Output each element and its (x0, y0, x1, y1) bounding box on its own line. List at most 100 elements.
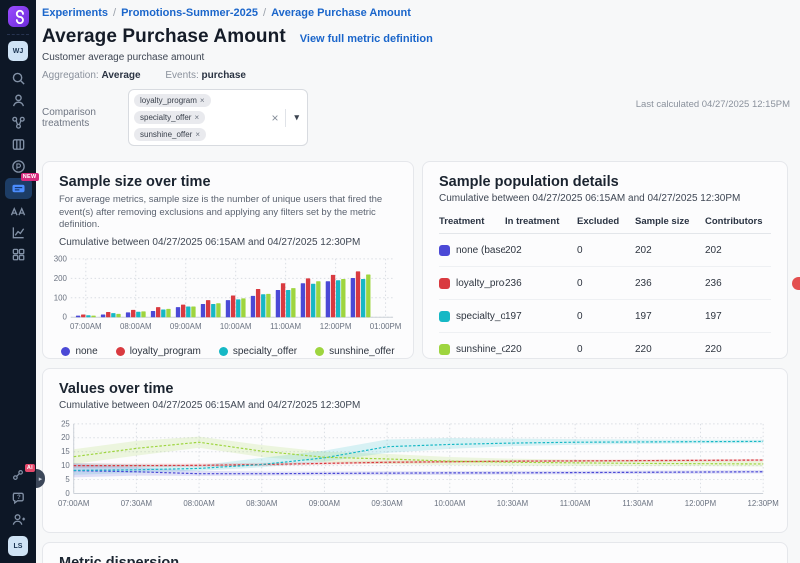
breadcrumb-experiment-name[interactable]: Promotions-Summer-2025 (121, 7, 258, 19)
breadcrumb-metric-name[interactable]: Average Purchase Amount (271, 7, 411, 19)
col-sample-size: Sample size (635, 216, 705, 227)
sidebar-item-invite[interactable] (0, 508, 36, 530)
sidebar-item-ai[interactable]: AI (0, 464, 36, 486)
sidebar: WJ NEW AI ? (0, 0, 36, 563)
population-table: Treatment In treatment Excluded Sample s… (439, 212, 771, 359)
comparison-treatments-label: Comparison treatments (42, 107, 122, 129)
sidebar-item-gates[interactable] (0, 111, 36, 133)
person-plus-icon (11, 512, 26, 527)
legend-dot (116, 347, 125, 356)
svg-text:0: 0 (65, 489, 70, 498)
treatment-color-swatch (439, 344, 450, 355)
svg-text:09:00AM: 09:00AM (309, 499, 340, 508)
chip-remove-icon[interactable]: × (195, 130, 200, 139)
clear-all-icon[interactable]: × (264, 111, 285, 125)
sidebar-item-search[interactable] (0, 67, 36, 89)
chart-legend: noneloyalty_programspecialty_offersunshi… (59, 346, 397, 357)
grid-icon (11, 247, 26, 262)
svg-text:12:00PM: 12:00PM (685, 499, 716, 508)
values-over-time-chart[interactable]: 0 5 10 15 20 25 07:00AM 07:30AM 08:00AM 08:30AM 09… (59, 418, 771, 516)
sample-size-title: Sample size over time (59, 174, 397, 190)
svg-text:07:00AM: 07:00AM (70, 322, 102, 331)
svg-text:11:30AM: 11:30AM (622, 499, 653, 508)
sidebar-item-users[interactable] (0, 89, 36, 111)
aggregation-value: Average (102, 70, 141, 81)
svg-text:08:00AM: 08:00AM (183, 499, 214, 508)
person-icon (11, 93, 26, 108)
treatment-color-swatch (439, 245, 450, 256)
metric-subtitle: Customer average purchase amount (42, 52, 788, 63)
table-row: loyalty_program2360236236 (439, 267, 771, 300)
sidebar-item-help[interactable]: ? (0, 486, 36, 508)
ai-nodes-icon (11, 468, 25, 482)
svg-text:?: ? (17, 494, 21, 501)
svg-text:08:00AM: 08:00AM (120, 322, 152, 331)
treatment-chip[interactable]: specialty_offer× (134, 111, 205, 124)
legend-item: specialty_offer (219, 346, 297, 357)
svg-text:20: 20 (61, 433, 70, 442)
chip-remove-icon[interactable]: × (194, 113, 199, 122)
new-badge: NEW (21, 173, 39, 181)
treatment-chip[interactable]: loyalty_program× (134, 94, 211, 107)
page-title: Average Purchase Amount (42, 26, 286, 48)
legend-item: none (61, 346, 97, 357)
svg-text:300: 300 (54, 254, 68, 263)
values-title: Values over time (59, 381, 771, 397)
treatment-name: none (baseline) (456, 245, 505, 256)
population-details-card: Sample population details Cumulative bet… (422, 161, 788, 359)
comparison-treatments-select[interactable]: loyalty_program× specialty_offer× sunshine… (128, 89, 308, 146)
svg-text:07:00AM: 07:00AM (58, 499, 89, 508)
population-title: Sample population details (439, 174, 771, 190)
app-logo[interactable] (0, 5, 36, 27)
treatment-name: loyalty_program (456, 278, 505, 289)
legend-dot (315, 347, 324, 356)
breadcrumb-experiments[interactable]: Experiments (42, 7, 108, 19)
help-chat-icon: ? (11, 490, 26, 505)
breadcrumb: Experiments/Promotions-Summer-2025/Avera… (42, 7, 788, 19)
user-avatar[interactable]: LS (0, 535, 36, 557)
svg-text:5: 5 (65, 475, 70, 484)
svg-text:01:00PM: 01:00PM (370, 322, 402, 331)
treatment-chip[interactable]: sunshine_offer× (134, 128, 206, 141)
sidebar-item-analytics[interactable] (0, 221, 36, 243)
sidebar-item-metrics-selected[interactable]: NEW (0, 177, 36, 199)
ab-test-icon (10, 203, 26, 218)
sidebar-item-experiments[interactable] (0, 199, 36, 221)
statsig-logo-icon (8, 6, 29, 27)
svg-text:07:30AM: 07:30AM (121, 499, 152, 508)
search-icon (11, 71, 26, 86)
table-row: none (baseline)2020202202 (439, 234, 771, 267)
sidebar-item-dashboards[interactable] (0, 243, 36, 265)
svg-text:100: 100 (54, 293, 68, 302)
line-chart-icon (11, 225, 26, 240)
metric-dispersion-card: Metric dispersion Cumulative between 04/… (42, 542, 788, 563)
svg-text:15: 15 (61, 447, 70, 456)
legend-dot (61, 347, 70, 356)
sidebar-item-segments[interactable] (0, 133, 36, 155)
chip-remove-icon[interactable]: × (200, 96, 205, 105)
sample-size-chart[interactable]: 010020030007:00AM08:00AM09:00AM10:00AM11… (55, 252, 399, 343)
col-contributors: Contributors (705, 216, 771, 227)
workspace-avatar[interactable]: WJ (0, 40, 36, 62)
svg-text:08:30AM: 08:30AM (246, 499, 277, 508)
col-in-treatment: In treatment (505, 216, 577, 227)
chevron-down-icon[interactable]: ▾ (286, 112, 307, 123)
feedback-tab[interactable] (792, 277, 800, 290)
col-treatment: Treatment (439, 216, 505, 227)
sidebar-divider (7, 34, 29, 35)
treatment-name: sunshine_offer (456, 344, 505, 355)
legend-dot (219, 347, 228, 356)
svg-text:25: 25 (61, 419, 70, 428)
table-row: specialty_offer1970197197 (439, 300, 771, 333)
aggregation-row: Aggregation: Average Events: purchase (42, 70, 788, 81)
svg-text:09:00AM: 09:00AM (170, 322, 202, 331)
svg-text:11:00AM: 11:00AM (270, 322, 301, 331)
columns-icon (11, 137, 26, 152)
svg-text:10:00AM: 10:00AM (220, 322, 252, 331)
svg-text:10: 10 (61, 461, 70, 470)
view-metric-definition-link[interactable]: View full metric definition (300, 33, 433, 45)
table-header: Treatment In treatment Excluded Sample s… (439, 212, 771, 234)
treatment-name: specialty_offer (456, 311, 505, 322)
svg-text:0: 0 (62, 312, 67, 321)
col-excluded: Excluded (577, 216, 635, 227)
